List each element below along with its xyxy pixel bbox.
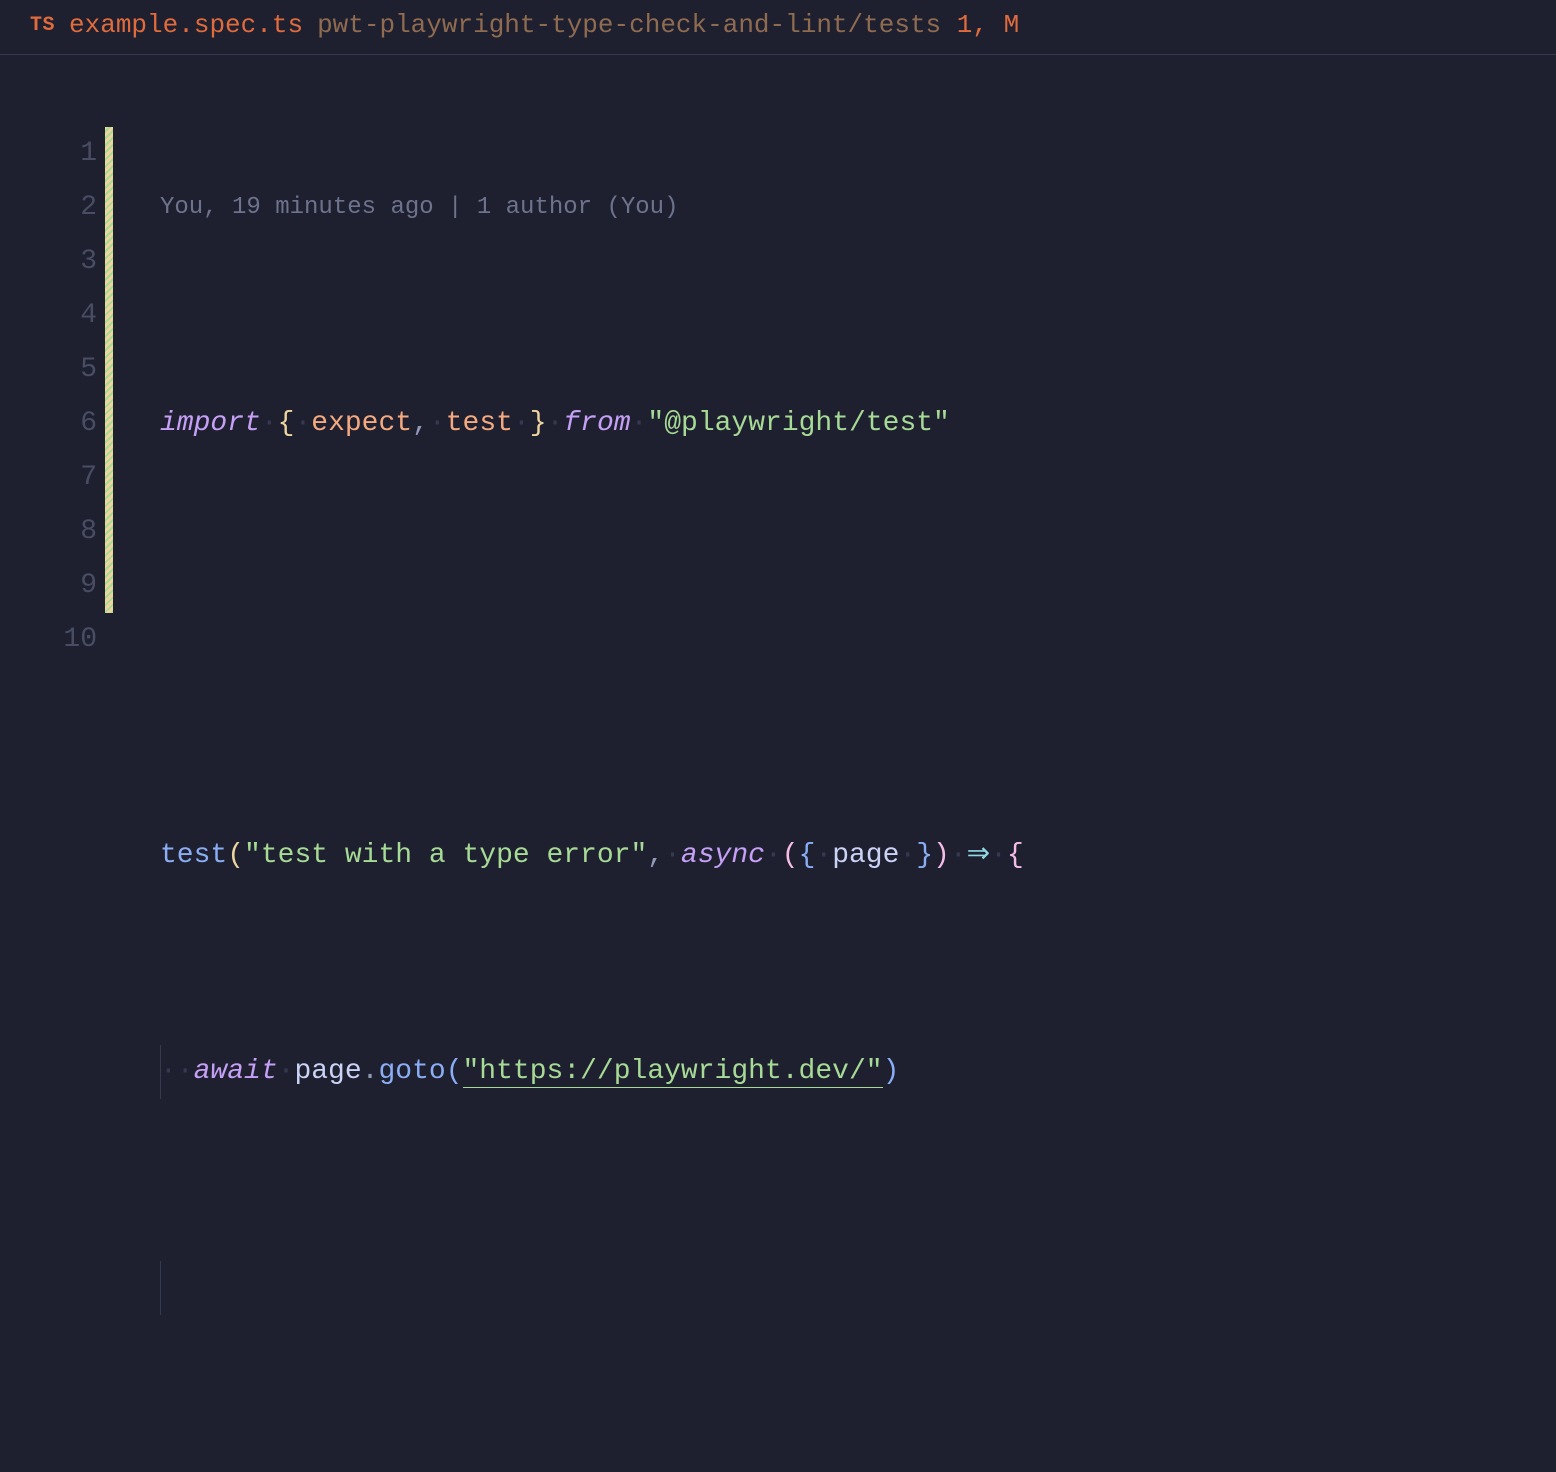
string-test-description: "test with a type error" bbox=[244, 840, 647, 871]
tab-filename[interactable]: example.spec.ts bbox=[69, 10, 303, 40]
line-number: 3 bbox=[0, 235, 97, 289]
code-content[interactable]: You, 19 minutes ago | 1 author (You) imp… bbox=[115, 73, 1556, 1472]
line-number: 9 bbox=[0, 559, 97, 613]
line-number: 1 bbox=[0, 127, 97, 181]
git-blame-annotation: You, 19 minutes ago | 1 author (You) bbox=[160, 181, 1556, 235]
code-editor[interactable]: 1 2 3 4 5 6 7 8 9 10 You, 19 minutes ago… bbox=[0, 55, 1556, 1472]
git-modified-indicator bbox=[105, 73, 115, 1472]
string-url[interactable]: "https://playwright.dev/" bbox=[463, 1056, 883, 1088]
keyword-from: from bbox=[563, 408, 630, 439]
tab-path: pwt-playwright-type-check-and-lint/tests bbox=[317, 10, 941, 40]
line-number: 10 bbox=[0, 613, 97, 667]
string-module: "@playwright/test" bbox=[647, 408, 949, 439]
param-page: page bbox=[832, 840, 899, 871]
keyword-async: async bbox=[681, 840, 765, 871]
line-number: 8 bbox=[0, 505, 97, 559]
object-page: page bbox=[294, 1056, 361, 1087]
editor-tab-bar: TS example.spec.ts pwt-playwright-type-c… bbox=[0, 0, 1556, 55]
identifier-expect: expect bbox=[311, 408, 412, 439]
line-number: 2 bbox=[0, 181, 97, 235]
code-line[interactable] bbox=[160, 1261, 1556, 1315]
line-number: 4 bbox=[0, 289, 97, 343]
function-test: test bbox=[160, 840, 227, 871]
tab-status-badge: 1, M bbox=[957, 10, 1019, 40]
code-line[interactable]: ··await·page.goto("https://playwright.de… bbox=[160, 1045, 1556, 1099]
line-number: 5 bbox=[0, 343, 97, 397]
line-number-gutter: 1 2 3 4 5 6 7 8 9 10 bbox=[0, 73, 105, 1472]
identifier-test: test bbox=[446, 408, 513, 439]
line-number: 6 bbox=[0, 397, 97, 451]
code-line[interactable] bbox=[160, 613, 1556, 667]
arrow-function-icon: ⇒ bbox=[967, 840, 990, 871]
code-line[interactable]: import·{·expect,·test·}·from·"@playwrigh… bbox=[160, 397, 1556, 451]
code-line[interactable]: test("test with a type error",·async·({·… bbox=[160, 829, 1556, 883]
typescript-icon: TS bbox=[30, 14, 55, 37]
keyword-import: import bbox=[160, 408, 261, 439]
line-number: 7 bbox=[0, 451, 97, 505]
keyword-await: await bbox=[194, 1056, 278, 1087]
method-goto: goto bbox=[378, 1056, 445, 1087]
